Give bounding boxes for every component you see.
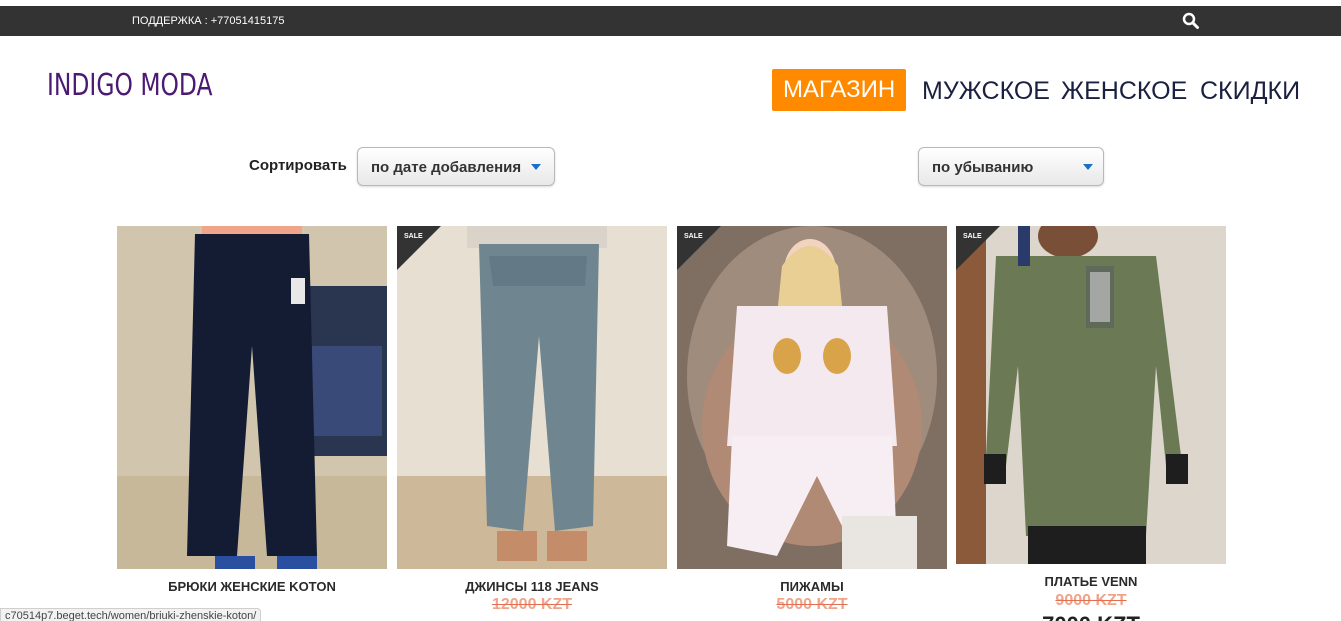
product-image[interactable]: SALE [397, 226, 667, 569]
sort-order-select[interactable]: по убыванию [918, 147, 1104, 186]
nav-men-link[interactable]: МУЖСКОЕ [922, 70, 1050, 112]
support-phone[interactable]: ПОДДЕРЖКА : +77051415175 [132, 15, 284, 27]
nav-shop-button[interactable]: МАГАЗИН [772, 69, 907, 111]
product-old-price: 5000 KZT [776, 596, 848, 613]
sort-order-value: по убыванию [932, 159, 1034, 176]
chevron-down-icon [1083, 164, 1093, 170]
sale-badge: SALE [404, 233, 423, 240]
product-name[interactable]: ПИЖАМЫ [677, 579, 947, 594]
chevron-down-icon [531, 164, 541, 170]
product-name[interactable]: ПЛАТЬЕ VENN [956, 574, 1226, 589]
nav-sale-link[interactable]: СКИДКИ [1200, 70, 1300, 112]
sale-badge: SALE [684, 233, 703, 240]
product-old-price: 9000 KZT [1055, 592, 1127, 609]
nav-women-link[interactable]: ЖЕНСКОЕ [1061, 70, 1187, 112]
sort-label: Сортировать [249, 157, 347, 174]
top-bar: ПОДДЕРЖКА : +77051415175 [0, 6, 1341, 36]
site-logo[interactable]: INDIGO MODA [47, 68, 213, 103]
search-icon[interactable] [1182, 12, 1200, 30]
product-name[interactable]: БРЮКИ ЖЕНСКИЕ KOTON [117, 579, 387, 594]
status-bar-url: c70514p7.beget.tech/women/briuki-zhenski… [0, 608, 262, 621]
sort-field-value: по дате добавления [371, 159, 522, 176]
product-image[interactable]: SALE [677, 226, 947, 569]
product-image[interactable] [117, 226, 387, 569]
product-old-price: 12000 KZT [491, 596, 573, 613]
product-image[interactable]: SALE [956, 226, 1226, 564]
sale-badge: SALE [963, 233, 982, 240]
product-price: 7000 KZT [956, 612, 1226, 621]
sort-field-select[interactable]: по дате добавления [357, 147, 555, 186]
product-name[interactable]: ДЖИНСЫ 118 JEANS [397, 579, 667, 594]
